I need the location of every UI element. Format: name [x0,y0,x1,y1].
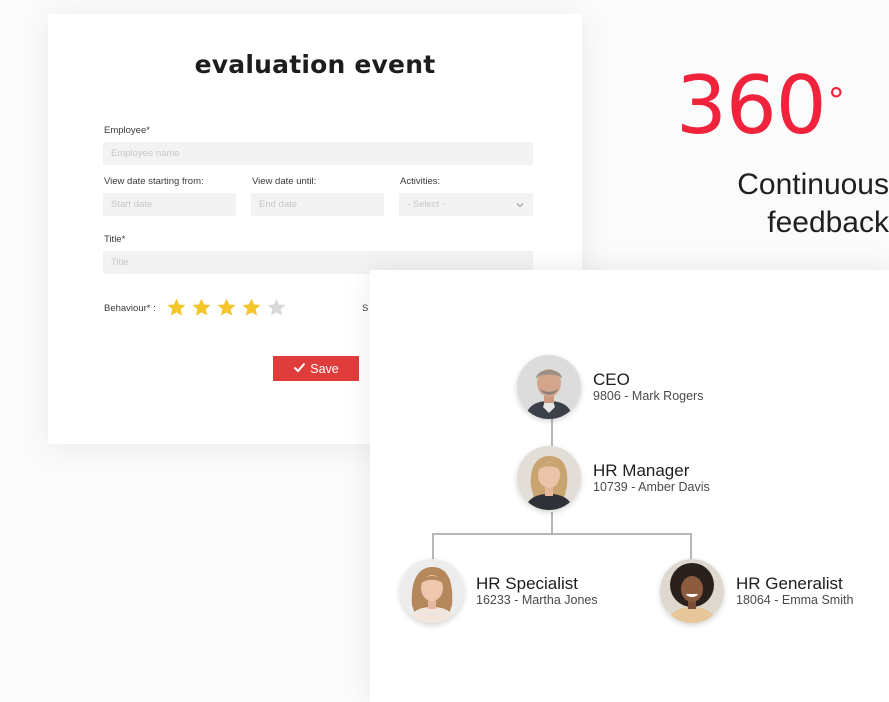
save-label: Save [310,361,339,376]
node-person: 18064 - Emma Smith [736,593,854,607]
star-icon[interactable] [191,297,212,318]
node-role: CEO [593,370,630,389]
behaviour-label: Behaviour* : [104,303,156,314]
org-node-hr-specialist[interactable]: HR Specialist 16233 - Martha Jones [400,559,598,623]
activities-select-value: - Select - [407,199,446,210]
end-date-label: View date until: [252,176,317,187]
org-chart-card: CEO 9806 - Mark Rogers HR Manager 10739 … [370,270,889,702]
connector-to-specialist [432,533,434,561]
org-node-ceo[interactable]: CEO 9806 - Mark Rogers [517,355,703,419]
connector-horizontal [432,533,691,535]
node-role: HR Generalist [736,574,843,593]
hero-line-feedback: feedback [767,206,889,239]
node-role: HR Specialist [476,574,579,593]
employee-input[interactable]: Employee name [103,142,533,165]
activities-label: Activities: [400,176,441,187]
connector-manager-down [551,512,553,534]
check-icon [293,362,306,376]
hero-line-continuous: Continuous [737,168,889,201]
avatar [517,355,581,419]
star-icon[interactable] [241,297,262,318]
star-icon[interactable] [266,297,287,318]
node-role: HR Manager [593,461,690,480]
avatar [400,559,464,623]
org-node-hr-manager[interactable]: HR Manager 10739 - Amber Davis [517,446,710,510]
employee-label: Employee* [104,125,150,136]
activities-select[interactable]: - Select - [399,193,533,216]
node-person: 16233 - Martha Jones [476,593,598,607]
start-date-label: View date starting from: [104,176,204,187]
save-button[interactable]: Save [273,356,359,381]
avatar [517,446,581,510]
hero-number: 360 [676,59,827,152]
degree-sign: ° [827,81,845,121]
partial-field-label: S [362,303,369,314]
avatar [660,559,724,623]
star-icon[interactable] [166,297,187,318]
org-node-hr-generalist[interactable]: HR Generalist 18064 - Emma Smith [660,559,853,623]
star-icon[interactable] [216,297,237,318]
node-person: 10739 - Amber Davis [593,480,710,494]
form-title: evaluation event [194,50,436,79]
hero-360-heading: 360 ° [676,58,845,154]
start-date-input[interactable]: Start date [103,193,236,216]
connector-to-generalist [690,533,692,561]
title-label: Title* [104,234,126,245]
behaviour-rating[interactable] [166,297,287,318]
chevron-down-icon [516,193,524,216]
node-person: 9806 - Mark Rogers [593,389,704,403]
end-date-input[interactable]: End date [251,193,384,216]
